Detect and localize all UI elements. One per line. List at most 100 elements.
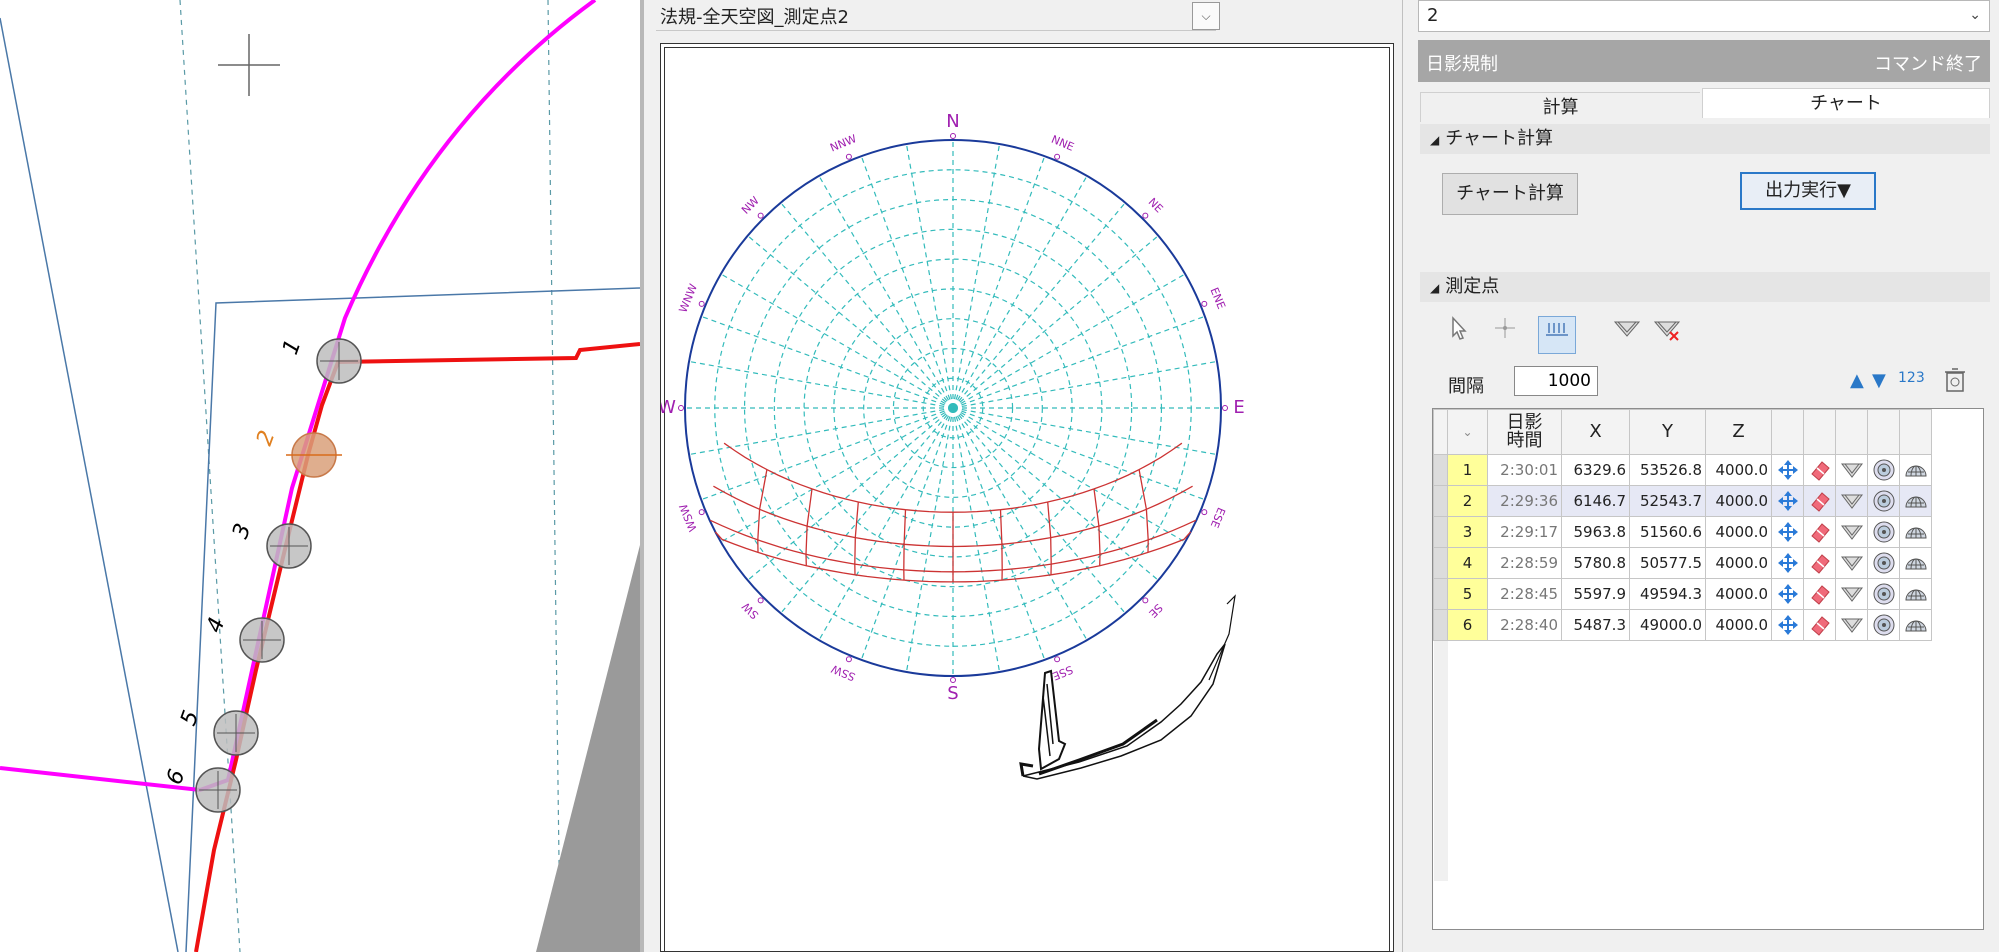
cad-canvas[interactable]: 1 2 3 4 5 6 — [0, 0, 640, 952]
sky-dome-icon[interactable] — [1899, 454, 1932, 486]
interval-input[interactable] — [1514, 366, 1598, 396]
tab-chart[interactable]: チャート — [1702, 88, 1990, 118]
chart-selector[interactable]: 法規-全天空図_測定点2 — [656, 0, 1216, 31]
row-number: 5 — [1447, 578, 1488, 610]
measure-point-5[interactable] — [213, 710, 259, 756]
target-icon[interactable] — [1867, 578, 1900, 610]
shadow-icon[interactable] — [1608, 316, 1646, 354]
move-icon[interactable] — [1771, 516, 1804, 548]
direction-label: ESE — [1208, 506, 1228, 530]
column-header-y[interactable]: Y — [1629, 409, 1706, 455]
shadow-icon[interactable] — [1835, 516, 1868, 548]
recycle-delete-icon[interactable] — [1942, 366, 1968, 399]
column-sort-header[interactable]: ⌄ — [1447, 409, 1488, 455]
row-selector[interactable] — [1433, 609, 1448, 641]
chart-calc-button[interactable]: チャート計算 — [1442, 173, 1578, 215]
points-grid: ⌄ 日影 時間 X Y Z 1 2:30:01 6329.6 53526.8 4000.0… — [1433, 409, 1932, 881]
table-row[interactable]: 4 2:28:59 5780.8 50577.5 4000.0 — [1433, 547, 1932, 579]
tab-calc[interactable]: 計算 — [1420, 92, 1700, 122]
eraser-icon[interactable] — [1803, 547, 1836, 579]
sky-dome-icon[interactable] — [1899, 516, 1932, 548]
section-chart-calc-title: チャート計算 — [1445, 128, 1554, 149]
sky-chart[interactable]: N NNE NE ENE E ESE SE SSE S SSW SW WSW W WNW NW NNW — [661, 44, 1393, 951]
eraser-icon[interactable] — [1803, 609, 1836, 641]
section-chart-calc[interactable]: ◢ チャート計算 — [1420, 124, 1990, 154]
shadow-icon[interactable] — [1835, 485, 1868, 517]
polar-grid — [684, 139, 1222, 677]
shadow-time-cell: 2:28:40 — [1487, 609, 1562, 641]
measure-point-2-selected[interactable] — [286, 432, 342, 478]
direction-label: WSW — [677, 502, 700, 534]
eraser-icon[interactable] — [1803, 516, 1836, 548]
cad-drawing[interactable]: 1 2 3 4 5 6 — [0, 0, 640, 952]
y-cell: 53526.8 — [1629, 454, 1706, 486]
measure-point-1[interactable] — [316, 338, 362, 384]
sky-dome-icon[interactable] — [1899, 609, 1932, 641]
shadow-icon[interactable] — [1835, 454, 1868, 486]
table-row[interactable]: 5 2:28:45 5597.9 49594.3 4000.0 — [1433, 578, 1932, 610]
row-selector[interactable] — [1433, 485, 1448, 517]
eraser-icon[interactable] — [1803, 485, 1836, 517]
move-icon[interactable] — [1771, 485, 1804, 517]
row-selector[interactable] — [1433, 516, 1448, 548]
target-icon[interactable] — [1867, 516, 1900, 548]
multi-point-icon[interactable] — [1538, 316, 1576, 354]
column-header-x[interactable]: X — [1561, 409, 1630, 455]
move-icon[interactable] — [1771, 454, 1804, 486]
x-cell: 5487.3 — [1561, 609, 1630, 641]
row-selector[interactable] — [1433, 578, 1448, 610]
column-header-z[interactable]: Z — [1705, 409, 1772, 455]
shadow-icon[interactable] — [1835, 609, 1868, 641]
move-icon[interactable] — [1771, 609, 1804, 641]
shadow-icon[interactable] — [1835, 578, 1868, 610]
move-up-icon[interactable]: ▲ — [1850, 370, 1864, 391]
target-icon[interactable] — [1867, 547, 1900, 579]
renumber-icon[interactable]: 123 — [1898, 370, 1925, 386]
add-point-icon[interactable] — [1486, 316, 1524, 354]
column-header-time[interactable]: 日影 時間 — [1487, 409, 1562, 455]
end-command-link[interactable]: コマンド終了 — [1874, 50, 1982, 76]
point-label: 3 — [228, 520, 256, 542]
x-cell: 5780.8 — [1561, 547, 1630, 579]
chevron-down-icon[interactable]: ⌄ — [1969, 7, 1981, 23]
measure-point-6[interactable] — [195, 767, 241, 813]
measure-point-3[interactable] — [266, 523, 312, 569]
panel-title-bar: 日影規制 コマンド終了 — [1418, 40, 1990, 82]
direction-label: SE — [1146, 601, 1165, 620]
measure-point-table[interactable]: ⌄ 日影 時間 X Y Z 1 2:30:01 6329.6 53526.8 4000.0… — [1432, 408, 1984, 930]
move-down-icon[interactable]: ▼ — [1872, 370, 1886, 391]
sky-dome-icon[interactable] — [1899, 547, 1932, 579]
eraser-icon[interactable] — [1803, 578, 1836, 610]
chevron-down-icon[interactable]: ⌵ — [1192, 2, 1220, 30]
move-icon[interactable] — [1771, 547, 1804, 579]
table-row[interactable]: 1 2:30:01 6329.6 53526.8 4000.0 — [1433, 454, 1932, 486]
target-icon[interactable] — [1867, 485, 1900, 517]
view-selector[interactable]: 2 ⌄ — [1418, 0, 1990, 32]
pointer-icon[interactable] — [1440, 316, 1478, 354]
target-icon[interactable] — [1867, 609, 1900, 641]
y-cell: 49594.3 — [1629, 578, 1706, 610]
move-icon[interactable] — [1771, 578, 1804, 610]
table-row[interactable]: 6 2:28:40 5487.3 49000.0 4000.0 — [1433, 609, 1932, 641]
x-cell: 6146.7 — [1561, 485, 1630, 517]
target-icon[interactable] — [1867, 454, 1900, 486]
z-cell: 4000.0 — [1705, 516, 1772, 548]
table-row[interactable]: 3 2:29:17 5963.8 51560.6 4000.0 — [1433, 516, 1932, 548]
column-header-action — [1771, 409, 1804, 455]
building-silhouette — [1019, 594, 1236, 780]
sky-dome-icon[interactable] — [1899, 578, 1932, 610]
splitter-right[interactable] — [1402, 0, 1419, 952]
table-row[interactable]: 2 2:29:36 6146.7 52543.7 4000.0 — [1433, 485, 1932, 517]
measure-point-4[interactable] — [239, 617, 285, 663]
section-measure-points[interactable]: ◢ 測定点 — [1420, 272, 1990, 302]
header-time-line2: 時間 — [1506, 430, 1543, 451]
output-execute-button[interactable]: 出力実行▼ — [1740, 172, 1876, 210]
row-selector[interactable] — [1433, 454, 1448, 486]
shadow-icon[interactable] — [1835, 547, 1868, 579]
sky-dome-icon[interactable] — [1899, 485, 1932, 517]
shadow-delete-icon[interactable] — [1648, 316, 1686, 354]
y-cell: 49000.0 — [1629, 609, 1706, 641]
y-cell: 50577.5 — [1629, 547, 1706, 579]
row-selector[interactable] — [1433, 547, 1448, 579]
eraser-icon[interactable] — [1803, 454, 1836, 486]
